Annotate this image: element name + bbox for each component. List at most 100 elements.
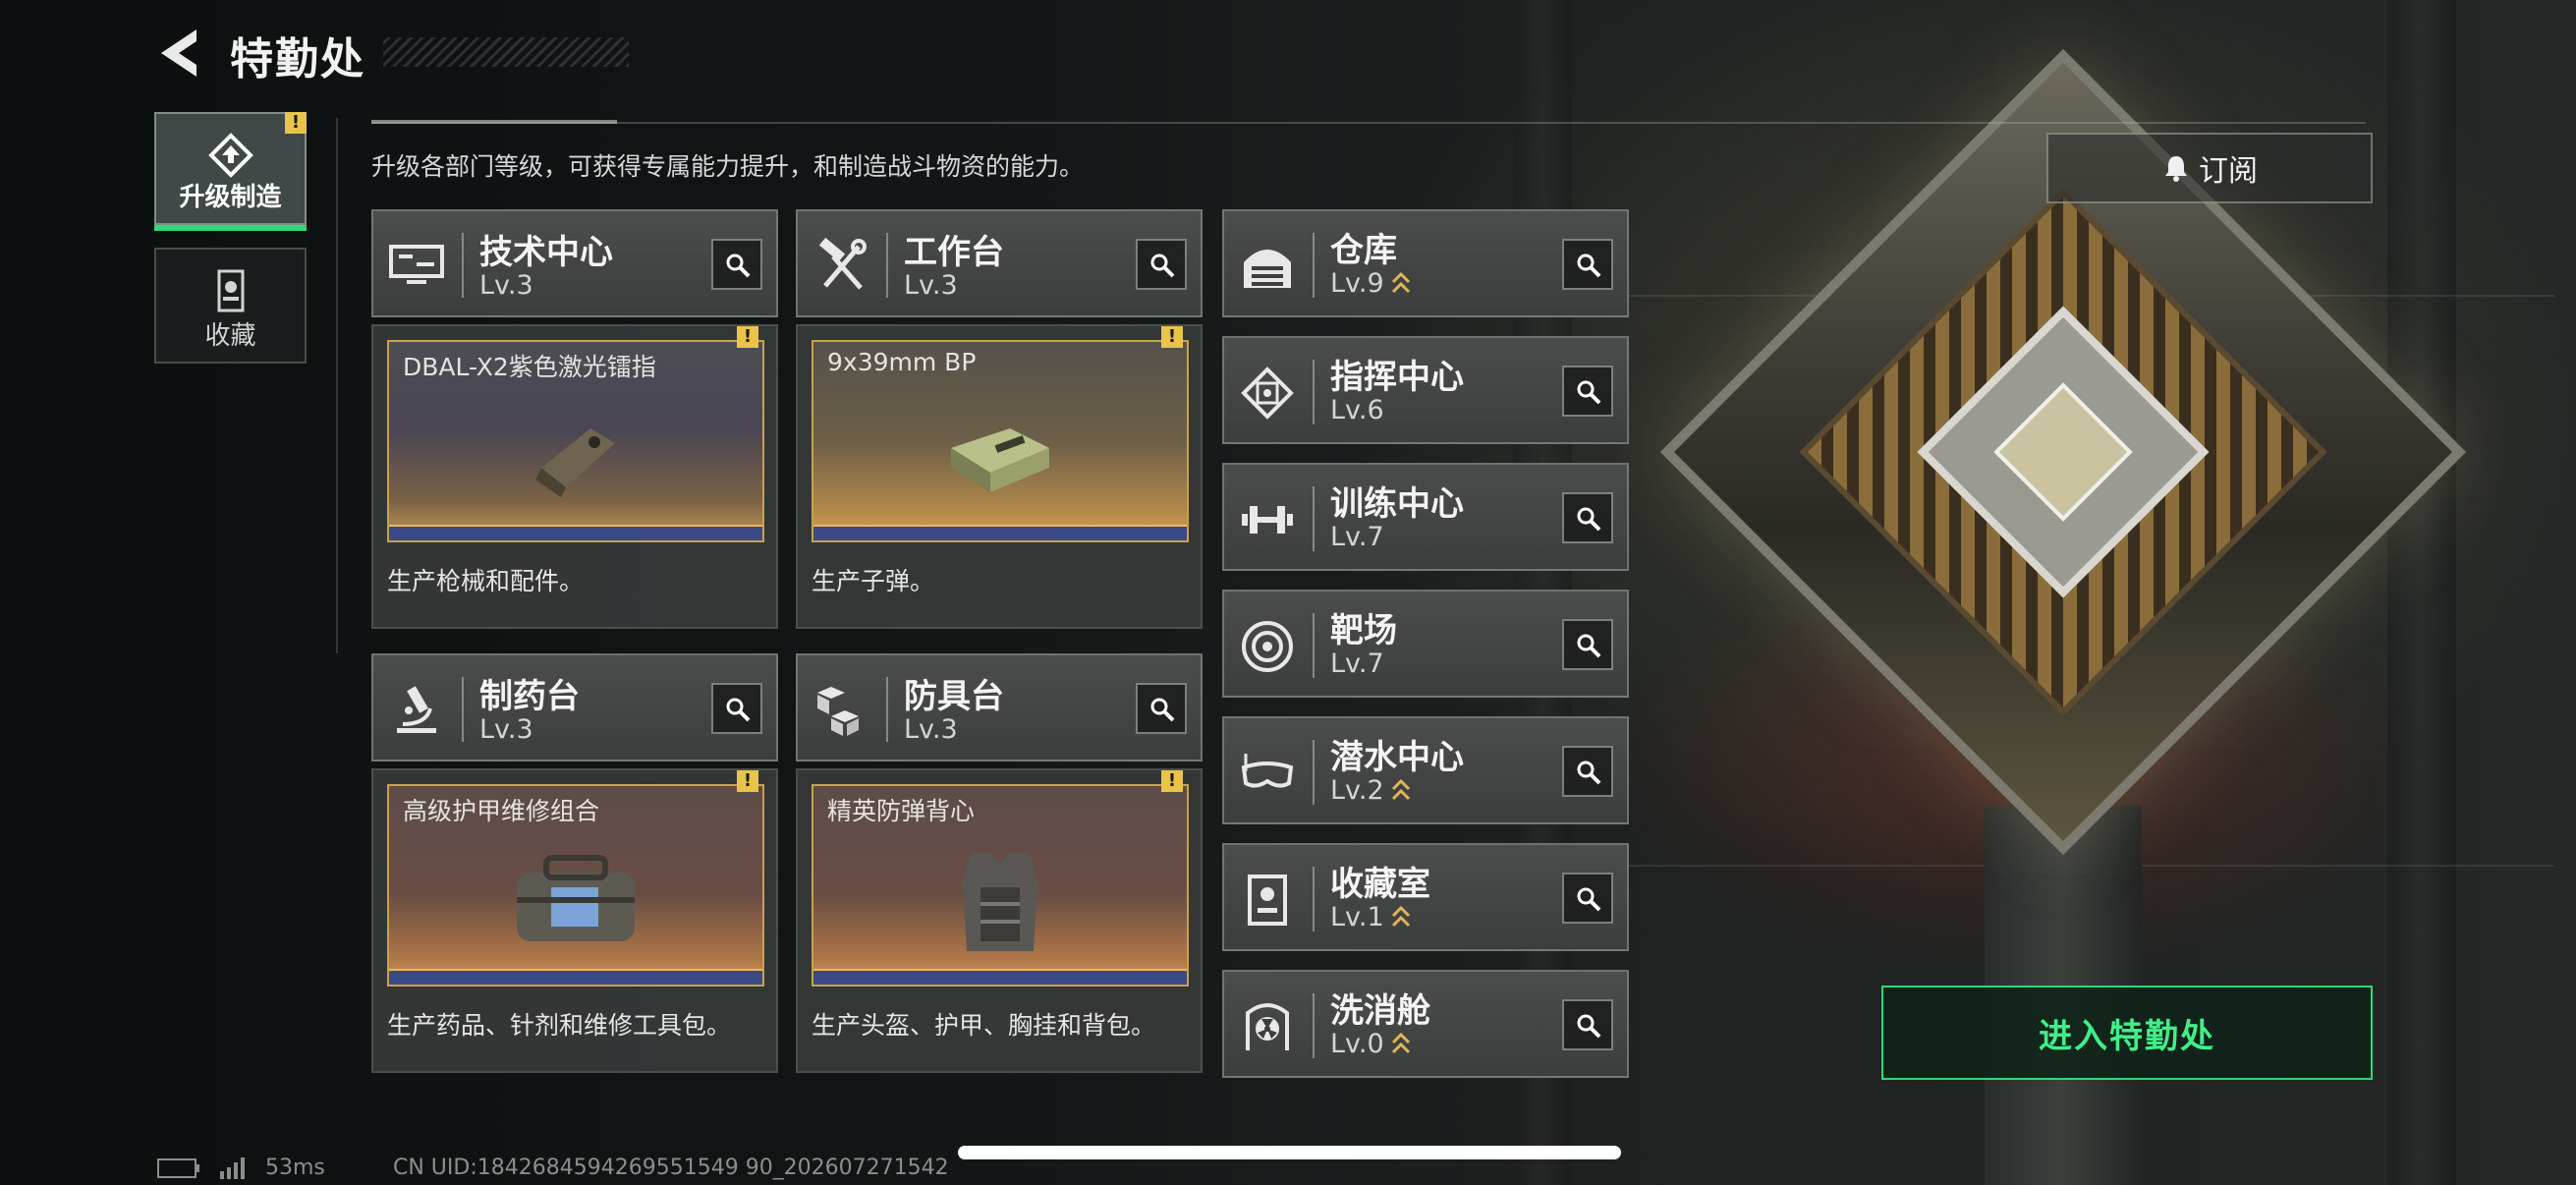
facility-card-workbench[interactable]: 工作台 Lv.3 [796, 209, 1203, 317]
alert-badge: ! [737, 770, 758, 792]
facility-level: Lv.2 [1330, 775, 1412, 806]
product-preview: 精英防弹背心 [812, 784, 1189, 987]
upgrade-craft-icon [207, 133, 253, 178]
upgrade-arrow-icon [1391, 1032, 1410, 1054]
facility-name: 靶场 [1330, 611, 1397, 650]
active-tab-indicator [154, 225, 307, 231]
facility-description: 生产子弹。 [812, 567, 935, 595]
dumbbell-icon [1242, 506, 1293, 534]
facility-name: 技术中心 [479, 233, 613, 272]
facility-level: Lv.0 [1330, 1029, 1412, 1059]
facility-level: Lv.9 [1330, 268, 1412, 299]
facility-card-dive-center[interactable]: 潜水中心 Lv.2 [1222, 716, 1629, 824]
divider [371, 120, 617, 124]
inspect-button[interactable] [1562, 492, 1613, 543]
home-indicator[interactable] [958, 1146, 1621, 1159]
product-name: 精英防弹背心 [827, 797, 976, 825]
facility-card-armor-bench[interactable]: 防具台 Lv.3 [796, 653, 1203, 762]
inspect-button[interactable] [1562, 999, 1613, 1050]
alert-badge: ! [285, 112, 307, 134]
alert-badge: ! [1161, 326, 1183, 348]
ping-value: 53ms [265, 1156, 325, 1180]
ammo-box-item-icon [951, 428, 1049, 492]
facility-card-command-center[interactable]: 指挥中心 Lv.6 [1222, 336, 1629, 444]
facility-level: Lv.3 [904, 714, 958, 745]
page-title: 特勤处 [230, 34, 365, 85]
search-icon [1577, 1014, 1601, 1039]
facility-level: Lv.3 [479, 270, 533, 301]
production-slot-tech-center[interactable]: DBAL-X2紫色激光镭指 ! 生产枪械和配件。 [371, 324, 778, 629]
production-slot-pharmacy[interactable]: 高级护甲维修组合 ! 生产药品、针剂和维修工具包。 [371, 768, 778, 1073]
subscribe-label: 订阅 [2199, 154, 2258, 189]
battery-icon [157, 1157, 199, 1178]
inspect-button[interactable] [711, 239, 762, 290]
tab-label: 升级制造 [179, 183, 282, 212]
inspect-button[interactable] [711, 683, 762, 734]
enter-special-ops-button[interactable]: 进入特勤处 [1881, 986, 2373, 1080]
facility-level: Lv.3 [904, 270, 958, 301]
product-name: 9x39mm BP [827, 348, 977, 376]
collection-icon [217, 269, 244, 312]
inspect-button[interactable] [1562, 746, 1613, 797]
facility-level: Lv.7 [1330, 649, 1384, 679]
facility-card-shooting-range[interactable]: 靶场 Lv.7 [1222, 590, 1629, 698]
warehouse-icon [1244, 250, 1291, 288]
microscope-icon [397, 686, 436, 733]
collection-room-icon [1248, 875, 1287, 926]
product-name: 高级护甲维修组合 [403, 797, 600, 825]
facility-name: 指挥中心 [1330, 358, 1464, 397]
page-subtitle: 升级各部门等级，可获得专属能力提升，和制造战斗物资的能力。 [371, 152, 1085, 181]
facility-name: 制药台 [479, 677, 580, 716]
product-preview: 高级护甲维修组合 [387, 784, 764, 987]
inspect-button[interactable] [1562, 873, 1613, 924]
upgrade-arrow-icon [1391, 778, 1410, 801]
inspect-button[interactable] [1562, 366, 1613, 417]
dive-mask-icon [1241, 754, 1294, 788]
repair-kit-bag-item-icon [517, 855, 635, 941]
target-icon [1242, 621, 1293, 672]
alert-badge: ! [737, 326, 758, 348]
facility-card-decon-chamber[interactable]: 洗消舱 Lv.0 [1222, 970, 1629, 1078]
facility-card-warehouse[interactable]: 仓库 Lv.9 [1222, 209, 1629, 317]
bell-icon [2165, 156, 2187, 182]
inspect-button[interactable] [1562, 619, 1613, 670]
level-text: Lv.9 [1330, 268, 1384, 299]
back-arrow-icon[interactable] [157, 28, 202, 79]
facility-description: 生产枪械和配件。 [387, 567, 585, 595]
tab-label: 收藏 [204, 321, 256, 351]
facility-card-tech-center[interactable]: 技术中心 Lv.3 [371, 209, 778, 317]
production-slot-armor-bench[interactable]: 精英防弹背心 ! 生产头盔、护甲、胸挂和背包。 [796, 768, 1203, 1073]
inspect-button[interactable] [1136, 239, 1187, 290]
product-preview: DBAL-X2紫色激光镭指 [387, 340, 764, 542]
production-slot-workbench[interactable]: 9x39mm BP ! 生产子弹。 [796, 324, 1203, 629]
facility-name: 洗消舱 [1330, 991, 1430, 1031]
facility-description: 生产头盔、护甲、胸挂和背包。 [812, 1011, 1156, 1040]
tab-collection[interactable]: 收藏 [154, 248, 307, 364]
search-icon [726, 698, 751, 722]
facility-card-collection-room[interactable]: 收藏室 Lv.1 [1222, 843, 1629, 951]
search-icon [1150, 254, 1175, 278]
facility-name: 工作台 [904, 233, 1004, 272]
search-icon [1577, 380, 1601, 405]
search-icon [1577, 761, 1601, 785]
divider [371, 122, 2366, 124]
facility-name: 防具台 [904, 677, 1004, 716]
user-uid: CN UID:1842684594269551549 90_2026072715… [393, 1156, 949, 1180]
facility-level: Lv.1 [1330, 902, 1412, 932]
inspect-button[interactable] [1562, 239, 1613, 290]
facility-card-pharmacy[interactable]: 制药台 Lv.3 [371, 653, 778, 762]
subscribe-button[interactable]: 订阅 [2046, 133, 2373, 203]
cubes-icon [817, 687, 859, 736]
facility-level: Lv.6 [1330, 395, 1384, 425]
facility-card-training-center[interactable]: 训练中心 Lv.7 [1222, 463, 1629, 571]
inspect-button[interactable] [1136, 683, 1187, 734]
status-bar: 53ms CN UID:1842684594269551549 90_20260… [157, 1156, 949, 1180]
facility-level: Lv.7 [1330, 522, 1384, 552]
search-icon [1577, 507, 1601, 532]
tab-upgrade-craft[interactable]: 升级制造 ! [154, 112, 307, 231]
level-text: Lv.0 [1330, 1029, 1384, 1059]
hammer-wrench-icon [818, 237, 867, 290]
search-icon [1150, 698, 1175, 722]
radiation-icon [1246, 1003, 1289, 1050]
upgrade-arrow-icon [1391, 271, 1410, 294]
